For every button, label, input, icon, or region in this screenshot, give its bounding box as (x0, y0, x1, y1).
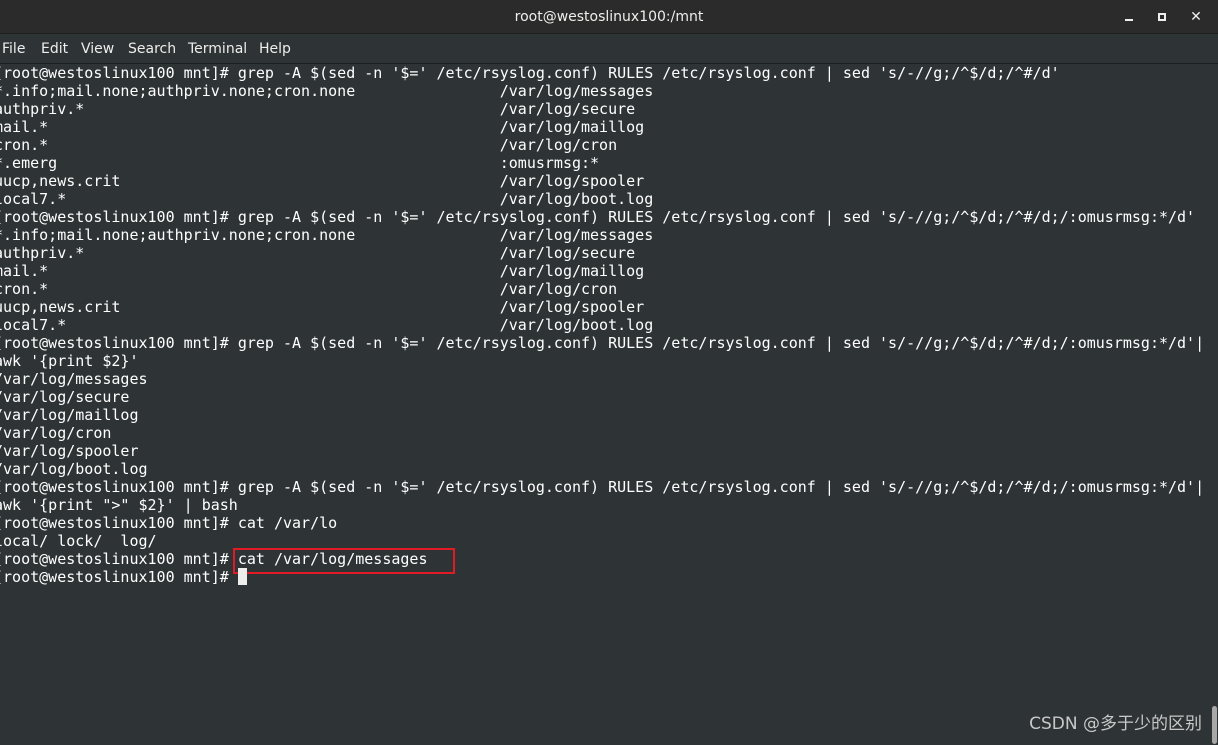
menubar: File Edit View Search Terminal Help (0, 34, 1218, 64)
terminal-line: uucp,news.crit /var/log/spooler (0, 298, 645, 316)
terminal-line: uucp,news.crit /var/log/spooler (0, 172, 645, 190)
window-title: root@westoslinux100:/mnt (514, 9, 704, 25)
terminal-line: awk '{print $2}' (0, 352, 139, 370)
terminal-line: [root@westoslinux100 mnt]# cat /var/lo (0, 514, 338, 532)
menu-edit[interactable]: Edit (41, 34, 68, 64)
minimize-icon (1125, 19, 1133, 21)
terminal-prompt-line: [root@westoslinux100 mnt]# (0, 568, 238, 586)
scrollbar[interactable] (1210, 64, 1218, 745)
terminal-line: [root@westoslinux100 mnt]# grep -A $(sed… (0, 334, 1205, 352)
maximize-icon (1158, 13, 1166, 21)
menu-search[interactable]: Search (128, 34, 176, 64)
menu-view[interactable]: View (81, 34, 114, 64)
terminal-line: *.info;mail.none;authpriv.none;cron.none… (0, 226, 654, 244)
watermark: CSDN @多于少的区别 (1029, 714, 1202, 734)
menu-file[interactable]: File (2, 34, 25, 64)
terminal-line: mail.* /var/log/maillog (0, 262, 645, 280)
terminal-line: authpriv.* /var/log/secure (0, 244, 636, 262)
scrollbar-thumb[interactable] (1212, 706, 1217, 744)
terminal-line: *.info;mail.none;authpriv.none;cron.none… (0, 82, 654, 100)
terminal-line: cron.* /var/log/cron (0, 280, 618, 298)
terminal-line: [root@westoslinux100 mnt]# grep -A $(sed… (0, 208, 1196, 226)
window-titlebar[interactable]: root@westoslinux100:/mnt ✕ (0, 0, 1218, 34)
menu-help[interactable]: Help (259, 34, 291, 64)
terminal-line: /var/log/maillog (0, 406, 139, 424)
terminal-line: /var/log/secure (0, 388, 130, 406)
terminal-line: /var/log/cron (0, 424, 112, 442)
terminal-line: /var/log/messages (0, 370, 148, 388)
maximize-button[interactable] (1153, 8, 1171, 26)
terminal-line: [root@westoslinux100 mnt]# grep -A $(sed… (0, 64, 1060, 82)
menu-terminal[interactable]: Terminal (188, 34, 247, 64)
terminal-line: awk '{print ">" $2}' | bash (0, 496, 238, 514)
command-highlight-box (233, 548, 455, 574)
terminal-line: /var/log/boot.log (0, 460, 148, 478)
terminal-line: *.emerg :omusrmsg:* (0, 154, 600, 172)
terminal-output[interactable]: [root@westoslinux100 mnt]# grep -A $(sed… (0, 64, 1210, 745)
terminal-line: mail.* /var/log/maillog (0, 118, 645, 136)
terminal-cursor (238, 568, 247, 585)
terminal-line: authpriv.* /var/log/secure (0, 100, 636, 118)
close-button[interactable]: ✕ (1187, 8, 1205, 26)
terminal-line: cron.* /var/log/cron (0, 136, 618, 154)
close-icon: ✕ (1190, 9, 1202, 25)
terminal-line: /var/log/spooler (0, 442, 139, 460)
terminal-line: local7.* /var/log/boot.log (0, 190, 654, 208)
terminal-line: local/ lock/ log/ (0, 532, 157, 550)
terminal-line: [root@westoslinux100 mnt]# grep -A $(sed… (0, 478, 1205, 496)
minimize-button[interactable] (1120, 8, 1138, 26)
terminal-line: local7.* /var/log/boot.log (0, 316, 654, 334)
